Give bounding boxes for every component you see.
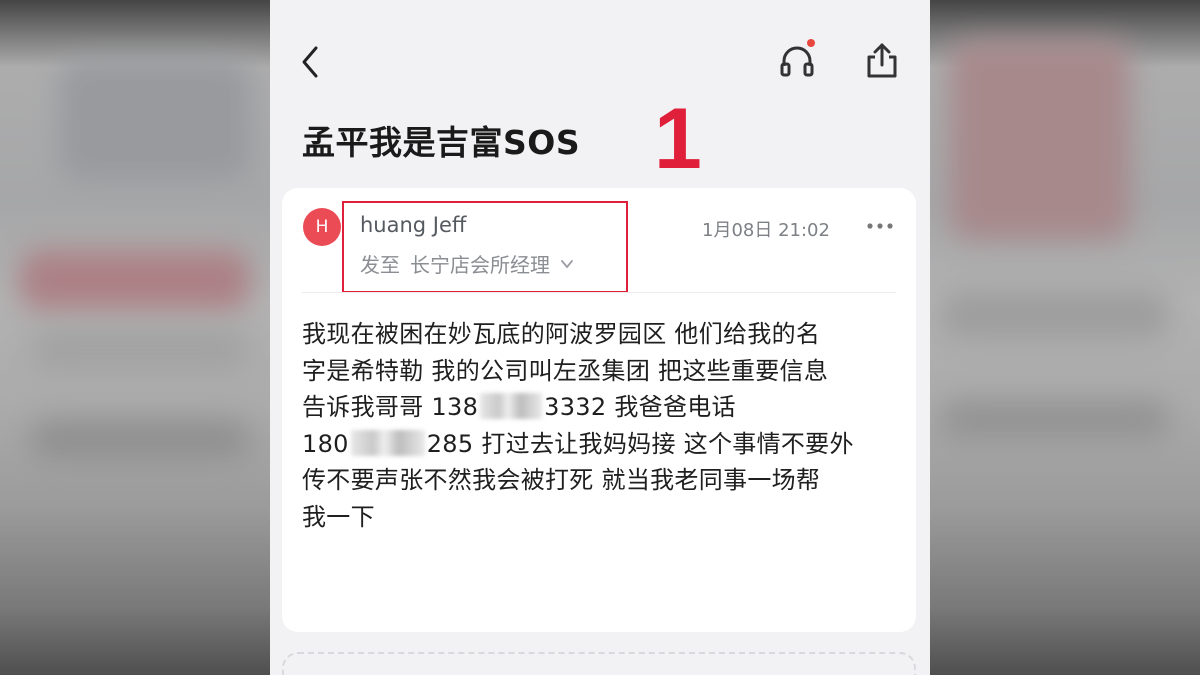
more-options-button[interactable] [866, 216, 894, 236]
email-body: 我现在被困在妙瓦底的阿波罗园区 他们给我的名 字是希特勒 我的公司叫左丞集团 把… [302, 316, 902, 535]
redacted-blur [350, 429, 425, 456]
chevron-left-icon [302, 46, 318, 78]
phone-number-start: 180 [302, 429, 349, 458]
annotation-highlight-box [342, 201, 628, 293]
body-line: 180 285 打过去让我妈妈接 这个事情不要外 [302, 426, 902, 463]
avatar[interactable]: H [303, 208, 341, 246]
body-line: 传不要声张不然我会被打死 就当我老同事一场帮 [302, 466, 821, 494]
blurred-background-right [930, 0, 1200, 675]
listen-button[interactable] [778, 42, 816, 80]
notification-dot [807, 39, 815, 47]
email-message-card: H huang Jeff 发至 长宁店会所经理 1月08日 21:02 我现在被… [282, 188, 916, 632]
attachment-placeholder [282, 652, 916, 675]
body-line: 我现在被困在妙瓦底的阿波罗园区 他们给我的名 [302, 320, 821, 348]
back-button[interactable] [296, 42, 324, 82]
phone-number-end: 285 打过去让我妈妈接 这个事情不要外 [426, 429, 854, 458]
email-app-screen: 孟平我是吉富SOS 1 H huang Jeff 发至 长宁店会所经理 1月08… [270, 0, 930, 675]
more-horizontal-icon [867, 223, 893, 229]
email-subject: 孟平我是吉富SOS [302, 123, 581, 162]
phone-number-start: 告诉我哥哥 138 [302, 393, 479, 421]
top-navigation-bar [270, 0, 930, 120]
share-button[interactable] [864, 40, 900, 80]
header-divider [302, 292, 896, 293]
blurred-background-left [0, 0, 270, 675]
redacted-blur [480, 393, 543, 419]
body-line: 我一下 [302, 502, 375, 531]
body-line: 字是希特勒 我的公司叫左丞集团 把这些重要信息 [302, 356, 829, 385]
share-icon [867, 43, 897, 78]
headphones-icon [780, 46, 814, 77]
body-line: 告诉我哥哥 138 3332 我爸爸电话 [302, 389, 902, 426]
phone-number-end: 3332 我爸爸电话 [544, 393, 736, 421]
annotation-number: 1 [654, 91, 702, 187]
email-timestamp: 1月08日 21:02 [702, 220, 830, 241]
